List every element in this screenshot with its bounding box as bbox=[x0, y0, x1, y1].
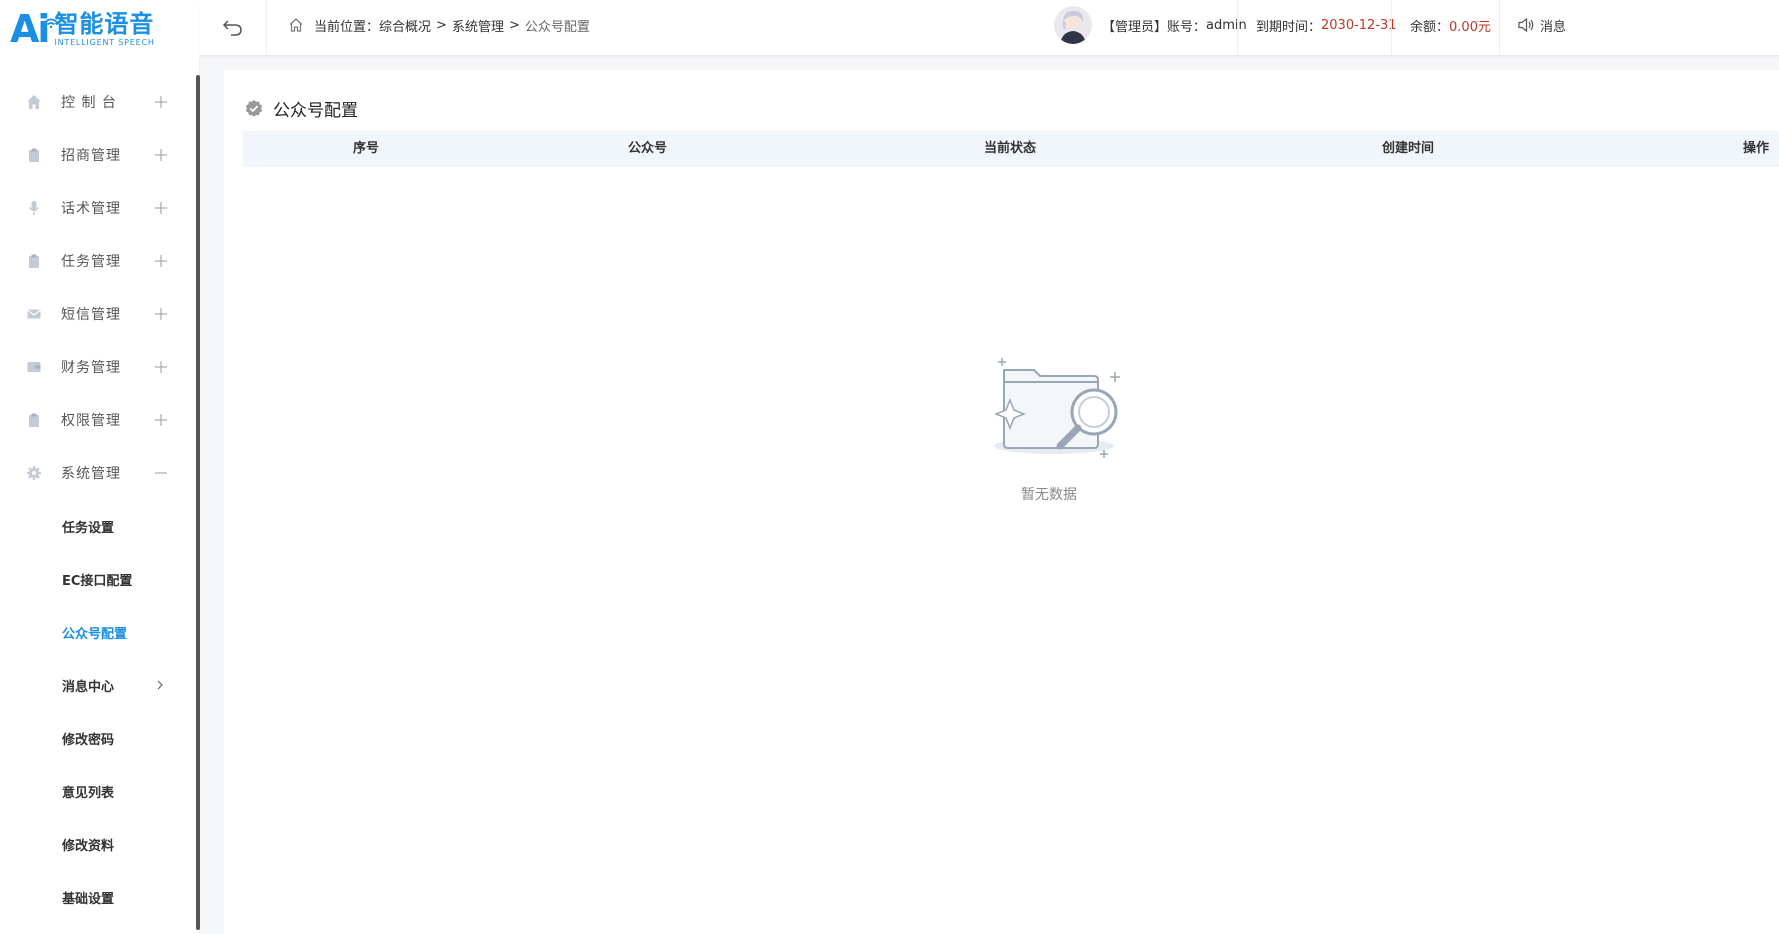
sidebar-subitem-label: 基础设置 bbox=[62, 891, 115, 907]
home-icon bbox=[289, 18, 303, 32]
logo-mark: Ai bbox=[10, 7, 50, 51]
sidebar-item-label: 控 制 台 bbox=[61, 95, 117, 111]
clipboard-icon bbox=[26, 253, 42, 269]
user-role-label: 【管理员】账号： bbox=[1102, 19, 1207, 35]
microphone-icon bbox=[26, 200, 42, 216]
message-label: 消息 bbox=[1540, 19, 1567, 35]
message-button[interactable]: 消息 bbox=[1517, 0, 1566, 50]
undo-icon bbox=[222, 20, 242, 36]
page-title: 公众号配置 bbox=[244, 96, 358, 121]
user-info[interactable]: 【管理员】账号： admin bbox=[1054, 0, 1247, 50]
sidebar-subitem-label: 公众号配置 bbox=[62, 626, 128, 642]
logo-name-cn: 智能语音 bbox=[54, 10, 155, 38]
sidebar-subitem-ec-config[interactable]: EC接口配置 bbox=[0, 559, 196, 599]
sidebar-subitem-label: 修改资料 bbox=[62, 838, 115, 854]
balance-value: 0.00元 bbox=[1449, 19, 1491, 35]
plus-icon bbox=[155, 361, 167, 373]
column-header-index: 序号 bbox=[353, 141, 380, 156]
balance-label: 余额： bbox=[1410, 19, 1450, 35]
sidebar-item-sms[interactable]: 短信管理 bbox=[0, 294, 196, 334]
plus-icon bbox=[155, 202, 167, 214]
breadcrumb-separator: > bbox=[436, 17, 447, 33]
breadcrumb-prefix: 当前位置： bbox=[314, 19, 380, 35]
sidebar: 控 制 台 招商管理 话术管理 任务管理 短信管理 财务管理 权限管理 系统管理… bbox=[0, 58, 200, 934]
expiry-value: 2030-12-31 bbox=[1321, 17, 1397, 33]
sidebar-scrollbar[interactable] bbox=[196, 75, 200, 930]
sidebar-subitem-feedback-list[interactable]: 意见列表 bbox=[0, 771, 196, 811]
wallet-icon bbox=[26, 359, 42, 375]
back-button[interactable] bbox=[200, 0, 267, 56]
clipboard-icon bbox=[26, 412, 42, 428]
user-account: admin bbox=[1206, 17, 1247, 33]
avatar[interactable] bbox=[1054, 6, 1092, 44]
sidebar-item-label: 招商管理 bbox=[61, 148, 121, 164]
sidebar-item-dashboard[interactable]: 控 制 台 bbox=[0, 82, 196, 122]
sidebar-subitem-basic-settings[interactable]: 基础设置 bbox=[0, 877, 196, 917]
sidebar-subitem-change-password[interactable]: 修改密码 bbox=[0, 718, 196, 758]
sidebar-subitem-label: 修改密码 bbox=[62, 732, 115, 748]
sidebar-item-merchants[interactable]: 招商管理 bbox=[0, 135, 196, 175]
sidebar-item-label: 系统管理 bbox=[61, 466, 121, 482]
topbar: 当前位置： 综合概况 > 系统管理 > 公众号配置 【管理员】账号： admin… bbox=[200, 0, 1779, 56]
speaker-icon bbox=[1518, 17, 1534, 33]
empty-folder-search-icon bbox=[993, 358, 1120, 458]
main-panel: 公众号配置 序号 公众号 当前状态 创建时间 操作 暂无数据 bbox=[224, 70, 1779, 934]
balance-info: 余额： 0.00元 bbox=[1410, 0, 1491, 50]
sidebar-subitem-message-center[interactable]: 消息中心 bbox=[0, 665, 196, 705]
plus-icon bbox=[155, 308, 167, 320]
logo: Ai 智能语音 INTELLIGENT SPEECH bbox=[0, 0, 200, 58]
expiry-label: 到期时间： bbox=[1256, 19, 1322, 35]
chevron-right-icon bbox=[157, 680, 163, 690]
wifi-icon bbox=[44, 18, 58, 28]
sidebar-subitem-label: EC接口配置 bbox=[62, 573, 133, 589]
sidebar-subitem-edit-profile[interactable]: 修改资料 bbox=[0, 824, 196, 864]
divider bbox=[1499, 0, 1500, 56]
sidebar-item-scripts[interactable]: 话术管理 bbox=[0, 188, 196, 228]
sidebar-item-label: 话术管理 bbox=[61, 201, 121, 217]
verified-badge-icon bbox=[245, 99, 263, 117]
sidebar-subitem-wechat-config[interactable]: 公众号配置 bbox=[0, 612, 196, 652]
sidebar-subitem-label: 意见列表 bbox=[62, 785, 115, 801]
breadcrumb-item-overview[interactable]: 综合概况 bbox=[379, 16, 431, 35]
breadcrumb-item-system[interactable]: 系统管理 bbox=[452, 16, 504, 35]
table-header: 序号 公众号 当前状态 创建时间 操作 bbox=[243, 131, 1779, 167]
page-title-text: 公众号配置 bbox=[273, 101, 358, 121]
plus-icon bbox=[155, 96, 167, 108]
minus-icon bbox=[155, 472, 167, 474]
column-header-created: 创建时间 bbox=[1382, 141, 1435, 156]
sidebar-item-label: 短信管理 bbox=[61, 307, 121, 323]
gear-icon bbox=[26, 465, 42, 481]
plus-icon bbox=[155, 149, 167, 161]
column-header-status: 当前状态 bbox=[984, 141, 1037, 156]
breadcrumb-current: 公众号配置 bbox=[524, 19, 590, 35]
empty-state: 暂无数据 bbox=[984, 352, 1134, 503]
logo-name-en: INTELLIGENT SPEECH bbox=[54, 38, 155, 47]
divider bbox=[1237, 0, 1238, 56]
sidebar-item-permissions[interactable]: 权限管理 bbox=[0, 400, 196, 440]
sidebar-subitem-label: 消息中心 bbox=[62, 679, 115, 695]
clipboard-icon bbox=[26, 147, 42, 163]
sidebar-item-label: 权限管理 bbox=[61, 413, 121, 429]
sidebar-item-system[interactable]: 系统管理 bbox=[0, 453, 196, 493]
sidebar-subitem-task-settings[interactable]: 任务设置 bbox=[0, 506, 196, 546]
envelope-icon bbox=[26, 306, 42, 322]
plus-icon bbox=[155, 255, 167, 267]
empty-state-text: 暂无数据 bbox=[1021, 487, 1077, 503]
sidebar-item-finance[interactable]: 财务管理 bbox=[0, 347, 196, 387]
sidebar-item-tasks[interactable]: 任务管理 bbox=[0, 241, 196, 281]
expiry-info: 到期时间： 2030-12-31 bbox=[1256, 0, 1397, 50]
home-icon bbox=[26, 94, 42, 110]
column-header-account: 公众号 bbox=[628, 141, 668, 156]
breadcrumb-separator: > bbox=[508, 17, 520, 33]
sidebar-item-label: 财务管理 bbox=[61, 360, 121, 376]
sidebar-item-label: 任务管理 bbox=[61, 254, 121, 270]
divider bbox=[1391, 0, 1392, 56]
sidebar-subitem-label: 任务设置 bbox=[62, 520, 115, 536]
column-header-actions: 操作 bbox=[1743, 141, 1770, 156]
breadcrumb: 当前位置： 综合概况 > 系统管理 > 公众号配置 bbox=[288, 0, 590, 50]
plus-icon bbox=[155, 414, 167, 426]
